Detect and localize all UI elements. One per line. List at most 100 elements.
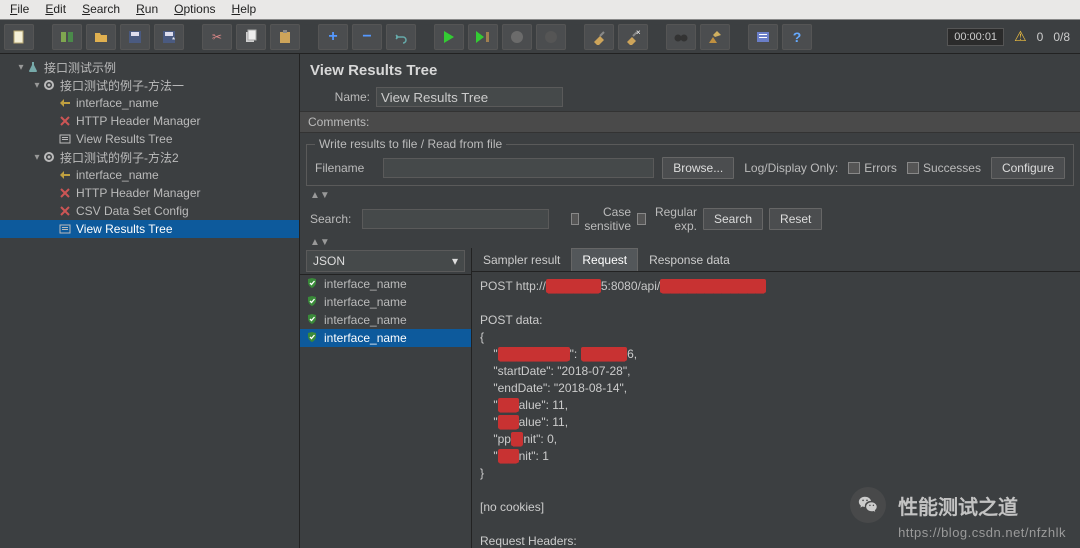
- case-label: Case sensitive: [583, 205, 631, 233]
- regex-checkbox[interactable]: Regular exp.: [637, 205, 697, 233]
- results-left: JSON ▾ interface_nameinterface_nameinter…: [300, 248, 472, 548]
- tab-response-data[interactable]: Response data: [638, 248, 741, 271]
- tree-node[interactable]: HTTP Header Manager: [0, 184, 299, 202]
- result-label: interface_name: [324, 313, 407, 327]
- clear-button[interactable]: [584, 24, 614, 50]
- binoculars-button[interactable]: [666, 24, 696, 50]
- toolbar: *✂+−×?00:00:01⚠00/8: [0, 20, 1080, 54]
- broom-button[interactable]: [700, 24, 730, 50]
- stop-soft-button[interactable]: [502, 24, 532, 50]
- result-item[interactable]: interface_name: [300, 293, 471, 311]
- page-title: View Results Tree: [310, 62, 1070, 79]
- tree-node[interactable]: HTTP Header Manager: [0, 112, 299, 130]
- tree-node-label: interface_name: [76, 96, 159, 110]
- tree-node-label: 接口测试示例: [44, 59, 116, 76]
- name-input[interactable]: [376, 87, 563, 107]
- elapsed-timer: 00:00:01: [947, 28, 1004, 46]
- tree-node-label: CSV Data Set Config: [76, 204, 189, 218]
- main-panel: View Results Tree Name: Comments: Write …: [300, 54, 1080, 548]
- help-button[interactable]: ?: [782, 24, 812, 50]
- search-button[interactable]: Search: [703, 208, 763, 230]
- http-icon: [58, 96, 72, 110]
- collapse-toggle-2[interactable]: ▲▼: [300, 237, 1080, 248]
- cut-button[interactable]: ✂: [202, 24, 232, 50]
- tree-node[interactable]: View Results Tree: [0, 130, 299, 148]
- results-list[interactable]: interface_name interface_name interface_na…: [300, 275, 471, 548]
- thread-ratio: 0/8: [1053, 30, 1070, 44]
- file-legend: Write results to file / Read from file: [315, 137, 506, 151]
- filename-row: Filename Browse... Log/Display Only: Err…: [315, 157, 1065, 179]
- filename-input[interactable]: [383, 158, 654, 178]
- twisty-icon[interactable]: ▾: [32, 152, 42, 163]
- errors-checkbox[interactable]: Errors: [848, 161, 897, 175]
- res-icon: [58, 132, 72, 146]
- tab-sampler-result[interactable]: Sampler result: [472, 248, 571, 271]
- success-icon: [306, 277, 318, 292]
- menu-file[interactable]: File: [2, 0, 37, 19]
- successes-checkbox[interactable]: Successes: [907, 161, 981, 175]
- clear-all-button[interactable]: ×: [618, 24, 648, 50]
- search-label: Search:: [310, 212, 356, 226]
- undo-button[interactable]: [386, 24, 416, 50]
- tree-node[interactable]: ▾ 接口测试的例子-方法2: [0, 148, 299, 166]
- menu-options[interactable]: Options: [166, 0, 223, 19]
- svg-text:×: ×: [636, 29, 641, 37]
- collapse-toggle-1[interactable]: ▲▼: [300, 190, 1080, 201]
- menu-bar: FileEditSearchRunOptionsHelp: [0, 0, 1080, 20]
- tree-node[interactable]: interface_name: [0, 94, 299, 112]
- tree-node-label: interface_name: [76, 168, 159, 182]
- tree-node[interactable]: interface_name: [0, 166, 299, 184]
- new-file-button[interactable]: [4, 24, 34, 50]
- configure-button[interactable]: Configure: [991, 157, 1065, 179]
- twisty-icon[interactable]: ▾: [32, 80, 42, 91]
- svg-text:*: *: [172, 36, 175, 45]
- tree-panel: ▾接口测试示例▾接口测试的例子-方法一interface_nameHTTP He…: [0, 54, 300, 548]
- result-item[interactable]: interface_name: [300, 311, 471, 329]
- plus-button[interactable]: +: [318, 24, 348, 50]
- twisty-icon[interactable]: ▾: [16, 62, 26, 73]
- logdisplay-label: Log/Display Only:: [744, 161, 838, 175]
- copy-button[interactable]: [236, 24, 266, 50]
- menu-run[interactable]: Run: [128, 0, 166, 19]
- menu-help[interactable]: Help: [224, 0, 265, 19]
- tree-node-label: View Results Tree: [76, 132, 173, 146]
- browse-button[interactable]: Browse...: [662, 157, 734, 179]
- result-item[interactable]: interface_name: [300, 275, 471, 293]
- run-next-button[interactable]: [468, 24, 498, 50]
- save-button[interactable]: [120, 24, 150, 50]
- tree-node[interactable]: ▾ 接口测试示例: [0, 58, 299, 76]
- request-view[interactable]: POST http://██████5:8080/api/███████████…: [472, 272, 1080, 548]
- templates-button[interactable]: [52, 24, 82, 50]
- regex-label: Regular exp.: [650, 205, 697, 233]
- hh-icon: [58, 186, 72, 200]
- open-button[interactable]: [86, 24, 116, 50]
- stop-button[interactable]: [536, 24, 566, 50]
- run-button[interactable]: [434, 24, 464, 50]
- gear-icon: [42, 78, 56, 92]
- minus-button[interactable]: −: [352, 24, 382, 50]
- search-input[interactable]: [362, 209, 549, 229]
- menu-search[interactable]: Search: [74, 0, 128, 19]
- csv-icon: [58, 204, 72, 218]
- tab-request[interactable]: Request: [571, 248, 638, 271]
- reset-button[interactable]: Reset: [769, 208, 822, 230]
- tools-button[interactable]: [748, 24, 778, 50]
- tree-node[interactable]: View Results Tree: [0, 220, 299, 238]
- result-label: interface_name: [324, 277, 407, 291]
- tree-node[interactable]: ▾接口测试的例子-方法一: [0, 76, 299, 94]
- case-checkbox[interactable]: Case sensitive: [571, 205, 631, 233]
- menu-edit[interactable]: Edit: [37, 0, 74, 19]
- tree-node-label: 接口测试的例子-方法2: [60, 149, 179, 166]
- save-as-button[interactable]: *: [154, 24, 184, 50]
- test-plan-tree[interactable]: ▾接口测试示例▾接口测试的例子-方法一interface_nameHTTP He…: [0, 54, 299, 242]
- flask-icon: [26, 60, 40, 74]
- paste-button[interactable]: [270, 24, 300, 50]
- warning-icon[interactable]: ⚠: [1014, 28, 1027, 45]
- result-item[interactable]: interface_name: [300, 329, 471, 347]
- renderer-select[interactable]: JSON ▾: [306, 250, 465, 272]
- success-icon: [306, 331, 318, 346]
- http-icon: [58, 168, 72, 182]
- res-icon: [58, 222, 72, 236]
- tree-node[interactable]: CSV Data Set Config: [0, 202, 299, 220]
- results-split: JSON ▾ interface_nameinterface_nameinter…: [300, 248, 1080, 548]
